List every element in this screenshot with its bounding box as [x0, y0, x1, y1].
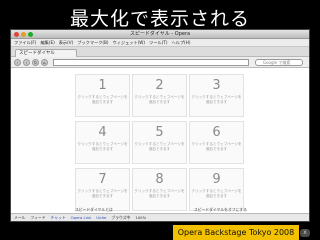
window-titlebar: スピードダイヤル - Opera	[11, 30, 309, 39]
speed-dial-hint: クリックするとウェブページを追加できます	[134, 95, 185, 104]
slide-footer: Opera Backstage Tokyo 2008	[173, 225, 299, 240]
speed-dial-cell-8[interactable]: 8 クリックするとウェブページを追加できます	[132, 168, 187, 211]
status-bar: メール フィード チャット Opera Link Unite ブラウズ中 100…	[11, 213, 309, 221]
menu-file[interactable]: ファイル(F)	[14, 40, 36, 46]
reload-icon[interactable]: ↻	[32, 58, 39, 66]
menu-bar: ファイル(F) 編集(E) 表示(V) ブックマーク(B) ウィジェット(W) …	[11, 39, 309, 47]
home-icon[interactable]: ⌂	[41, 58, 48, 66]
nav-toolbar: ‹ › ↻ ⌂ Google で検索	[11, 57, 309, 68]
speed-dial-grid: 1 クリックするとウェブページを追加できます 2 クリックするとウェブページを追…	[75, 74, 244, 211]
speed-dial-hint: クリックするとウェブページを追加できます	[77, 95, 128, 104]
menu-edit[interactable]: 編集(E)	[40, 40, 54, 46]
status-feeds[interactable]: フィード	[30, 215, 45, 221]
speed-dial-hint: クリックするとウェブページを追加できます	[134, 142, 185, 151]
speed-dial-cell-2[interactable]: 2 クリックするとウェブページを追加できます	[132, 74, 187, 117]
speed-dial-cell-5[interactable]: 5 クリックするとウェブページを追加できます	[132, 121, 187, 164]
tab-speed-dial[interactable]: スピードダイヤル	[15, 49, 77, 57]
speed-dial-number: 1	[98, 78, 107, 93]
menu-bookmarks[interactable]: ブックマーク(B)	[77, 40, 108, 46]
speed-dial-cell-4[interactable]: 4 クリックするとウェブページを追加できます	[75, 121, 130, 164]
speed-dial-number: 4	[98, 125, 107, 140]
speed-dial-hint: クリックするとウェブページを追加できます	[77, 142, 128, 151]
speed-dial-hint: クリックするとウェブページを追加できます	[191, 142, 242, 151]
menu-view[interactable]: 表示(V)	[59, 40, 74, 46]
speed-dial-hint: クリックするとウェブページを追加できます	[191, 189, 242, 198]
menu-tools[interactable]: ツール(T)	[149, 40, 167, 46]
speed-dial-hint: クリックするとウェブページを追加できます	[77, 189, 128, 198]
footer-label: Opera Backstage Tokyo 2008	[177, 228, 295, 237]
status-chat[interactable]: チャット	[51, 215, 66, 221]
slide-title: 最大化で表示される	[69, 8, 250, 30]
speed-dial-number: 6	[212, 125, 221, 140]
speed-dial-number: 3	[212, 78, 221, 93]
status-opera-link[interactable]: Opera Link	[71, 215, 92, 220]
speed-dial-cell-1[interactable]: 1 クリックするとウェブページを追加できます	[75, 74, 130, 117]
window-title: スピードダイヤル - Opera	[129, 31, 191, 37]
speed-dial-number: 9	[212, 172, 221, 187]
menu-help[interactable]: ヘルプ(H)	[171, 40, 190, 46]
back-icon[interactable]: ‹	[14, 58, 21, 66]
speed-dial-page: 1 クリックするとウェブページを追加できます 2 クリックするとウェブページを追…	[11, 70, 309, 214]
status-zoom[interactable]: 100%	[135, 215, 146, 220]
speed-dial-number: 5	[155, 125, 164, 140]
speed-dial-hint: クリックするとウェブページを追加できます	[134, 189, 185, 198]
speed-dial-cell-7[interactable]: 7 クリックするとウェブページを追加できます	[75, 168, 130, 211]
tab-bar: スピードダイヤル	[11, 47, 309, 57]
close-icon[interactable]: x	[300, 229, 310, 237]
browser-window: スピードダイヤル - Opera ファイル(F) 編集(E) 表示(V) ブック…	[10, 29, 310, 222]
speed-dial-hint: クリックするとウェブページを追加できます	[191, 95, 242, 104]
status-unite[interactable]: Unite	[96, 215, 106, 220]
search-field[interactable]: Google で検索	[255, 58, 303, 66]
speed-dial-number: 7	[98, 172, 107, 187]
speed-dial-number: 2	[155, 78, 164, 93]
menu-widgets[interactable]: ウィジェット(W)	[113, 40, 146, 46]
speed-dial-number: 8	[155, 172, 164, 187]
speed-dial-cell-3[interactable]: 3 クリックするとウェブページを追加できます	[189, 74, 244, 117]
status-browsing: ブラウズ中	[111, 214, 131, 220]
address-field[interactable]	[53, 58, 249, 66]
status-mail[interactable]: メール	[14, 215, 25, 221]
forward-icon[interactable]: ›	[23, 58, 30, 66]
speed-dial-cell-6[interactable]: 6 クリックするとウェブページを追加できます	[189, 121, 244, 164]
speed-dial-cell-9[interactable]: 9 クリックするとウェブページを追加できます	[189, 168, 244, 211]
